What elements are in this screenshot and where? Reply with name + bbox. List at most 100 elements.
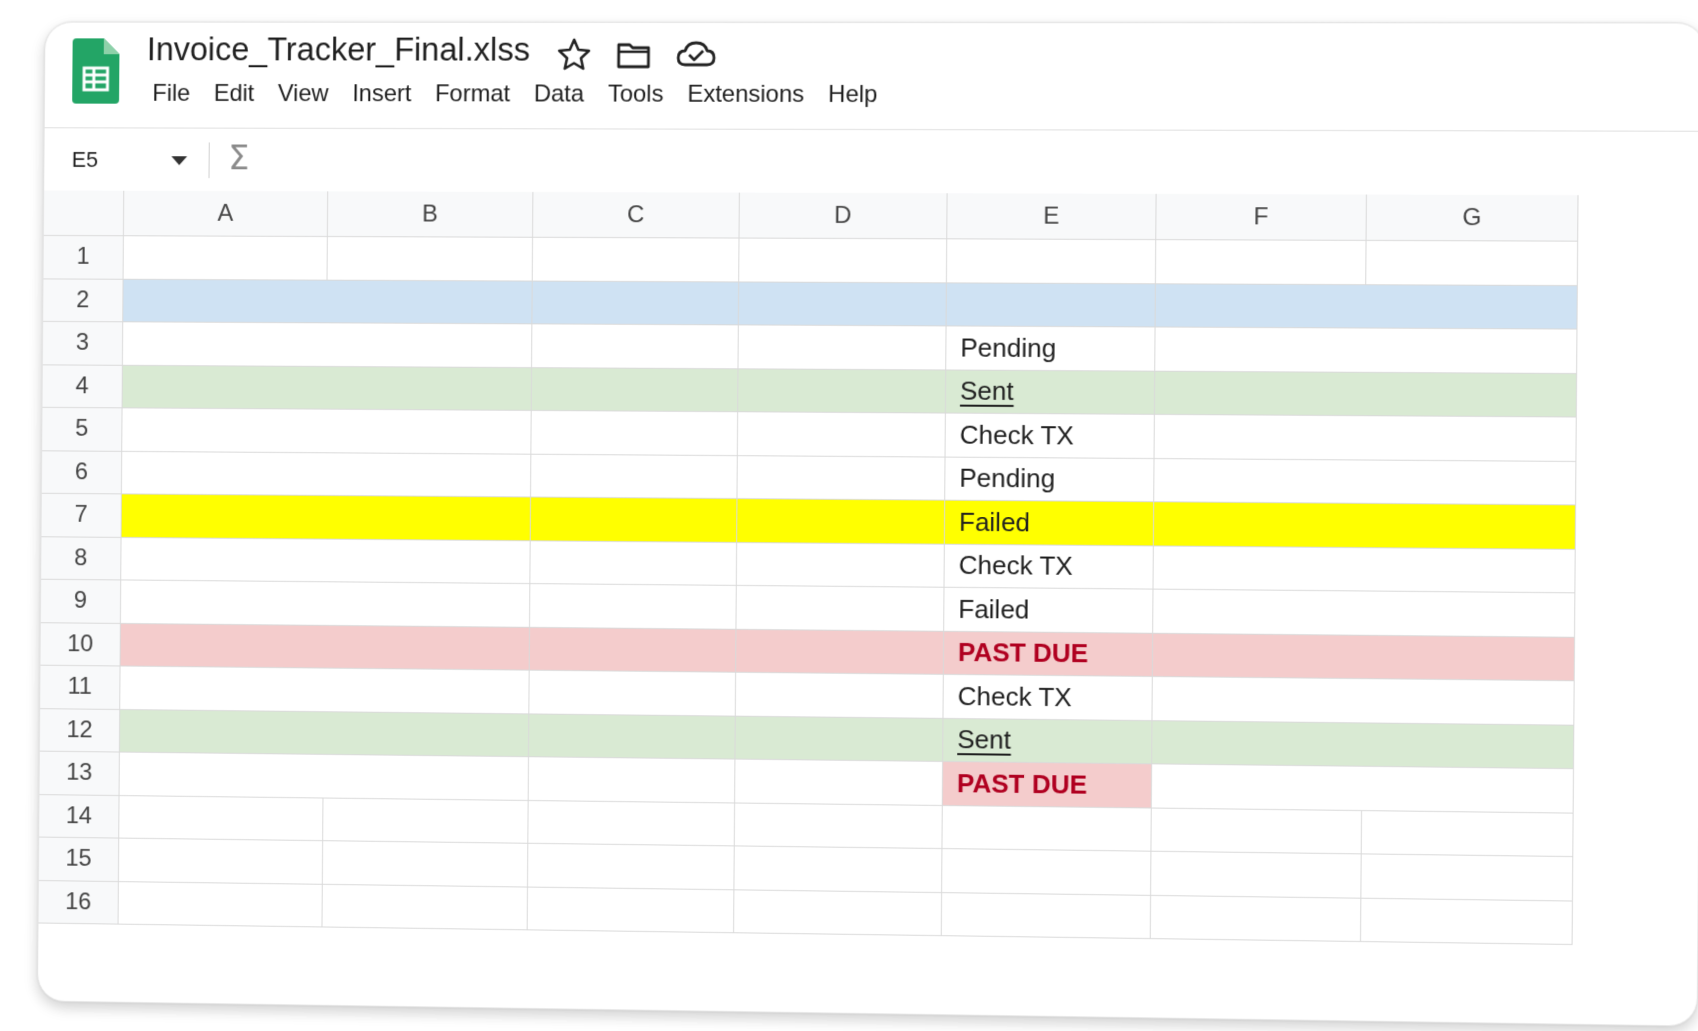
- column-header-b[interactable]: B: [327, 191, 534, 238]
- cell-b15[interactable]: [322, 841, 529, 888]
- menu-tools[interactable]: Tools: [596, 81, 676, 109]
- cell-token[interactable]: [530, 540, 738, 586]
- cell-token[interactable]: [532, 324, 739, 369]
- cell-status[interactable]: Pending: [946, 326, 1156, 372]
- column-header-a[interactable]: A: [123, 190, 329, 237]
- row-header-14[interactable]: 14: [39, 794, 120, 839]
- cell-status[interactable]: Failed: [944, 500, 1155, 546]
- cell-address[interactable]: [119, 752, 529, 801]
- cell-amount[interactable]: [737, 412, 946, 458]
- cell-status[interactable]: Failed: [944, 587, 1154, 634]
- document-title[interactable]: Invoice_Tracker_Final.xlss: [147, 31, 530, 69]
- cell-amount[interactable]: [736, 542, 945, 588]
- cell-amount[interactable]: [738, 325, 947, 370]
- folder-icon[interactable]: [616, 37, 652, 73]
- cell-address[interactable]: [119, 709, 530, 758]
- menu-data[interactable]: Data: [522, 81, 596, 109]
- column-header-c[interactable]: C: [533, 191, 740, 239]
- cell-address[interactable]: [122, 322, 533, 368]
- cell-address[interactable]: [122, 365, 533, 411]
- menu-view[interactable]: View: [266, 80, 341, 108]
- cell-e16[interactable]: [941, 892, 1152, 940]
- row-header-9[interactable]: 9: [40, 579, 122, 624]
- row-header-15[interactable]: 15: [38, 837, 120, 882]
- cell-address[interactable]: [121, 494, 532, 541]
- cell-e14[interactable]: [942, 805, 1152, 852]
- cell-address[interactable]: [122, 408, 532, 455]
- cell-notes[interactable]: [1154, 371, 1578, 418]
- cell-token[interactable]: [528, 713, 736, 760]
- menu-insert[interactable]: Insert: [340, 80, 423, 108]
- cell-status[interactable]: Sent: [945, 369, 1156, 415]
- cell-status[interactable]: PAST DUE: [942, 761, 1153, 809]
- cell-g16[interactable]: [1361, 898, 1573, 945]
- cell-d1[interactable]: [739, 238, 948, 283]
- cell-f15[interactable]: [1151, 851, 1362, 899]
- cell-f16[interactable]: [1150, 895, 1362, 943]
- cell-notes[interactable]: [1152, 720, 1575, 770]
- cell-address[interactable]: [120, 623, 530, 671]
- column-header-f[interactable]: F: [1156, 193, 1367, 241]
- column-header-d[interactable]: D: [739, 192, 948, 240]
- column-header-g[interactable]: G: [1366, 194, 1579, 242]
- cell-notes[interactable]: [1153, 502, 1577, 550]
- cell-f1[interactable]: [1155, 240, 1367, 285]
- header-token[interactable]: [532, 281, 740, 326]
- row-header-7[interactable]: 7: [41, 493, 122, 538]
- row-header-4[interactable]: 4: [42, 364, 123, 409]
- cell-g15[interactable]: [1361, 854, 1574, 902]
- row-header-2[interactable]: 2: [43, 278, 124, 323]
- cell-c14[interactable]: [528, 800, 736, 847]
- menu-file[interactable]: File: [141, 80, 203, 108]
- cell-address[interactable]: [121, 537, 531, 585]
- cell-token[interactable]: [531, 367, 739, 413]
- cell-amount[interactable]: [735, 716, 944, 762]
- select-all-corner[interactable]: [43, 190, 125, 237]
- cell-address[interactable]: [120, 666, 530, 714]
- cell-e15[interactable]: [942, 849, 1152, 896]
- cell-token[interactable]: [529, 670, 737, 717]
- row-header-6[interactable]: 6: [41, 450, 123, 495]
- cell-amount[interactable]: [738, 368, 947, 414]
- cell-status[interactable]: Check TX: [945, 413, 1155, 459]
- menu-help[interactable]: Help: [816, 81, 890, 109]
- header-status[interactable]: [946, 282, 1156, 328]
- cell-token[interactable]: [531, 410, 739, 456]
- row-header-11[interactable]: 11: [40, 665, 121, 710]
- cell-b16[interactable]: [322, 884, 528, 931]
- menu-edit[interactable]: Edit: [202, 80, 266, 108]
- row-header-1[interactable]: 1: [43, 235, 124, 280]
- cell-notes[interactable]: [1155, 327, 1578, 374]
- cell-e1[interactable]: [946, 239, 1157, 284]
- cell-token[interactable]: [528, 757, 736, 803]
- dropdown-caret-icon[interactable]: [171, 156, 188, 166]
- menu-format[interactable]: Format: [423, 80, 522, 108]
- cell-notes[interactable]: [1152, 676, 1575, 726]
- cell-amount[interactable]: [737, 499, 946, 545]
- cell-status[interactable]: Sent: [943, 718, 1153, 765]
- cell-a16[interactable]: [118, 881, 323, 928]
- cell-b14[interactable]: [323, 798, 529, 844]
- cell-notes[interactable]: [1151, 764, 1574, 814]
- cell-status[interactable]: Pending: [945, 457, 1155, 503]
- row-header-8[interactable]: 8: [41, 536, 122, 581]
- cell-token[interactable]: [530, 497, 738, 543]
- cell-a15[interactable]: [118, 838, 324, 885]
- cell-c16[interactable]: [527, 887, 735, 934]
- column-header-e[interactable]: E: [947, 193, 1157, 241]
- cell-d16[interactable]: [734, 889, 943, 937]
- cell-amount[interactable]: [735, 759, 944, 806]
- cell-notes[interactable]: [1154, 458, 1577, 506]
- cloud-saved-icon[interactable]: [675, 37, 717, 73]
- row-header-12[interactable]: 12: [39, 708, 121, 753]
- cell-c1[interactable]: [532, 237, 740, 282]
- cell-g14[interactable]: [1361, 810, 1574, 858]
- cell-token[interactable]: [531, 454, 738, 500]
- row-header-3[interactable]: 3: [42, 321, 124, 366]
- row-header-10[interactable]: 10: [40, 622, 121, 667]
- cell-b1[interactable]: [327, 236, 534, 282]
- cell-amount[interactable]: [736, 585, 945, 632]
- cell-token[interactable]: [529, 584, 737, 630]
- header-addresses[interactable]: [123, 279, 533, 325]
- cell-notes[interactable]: [1152, 633, 1576, 682]
